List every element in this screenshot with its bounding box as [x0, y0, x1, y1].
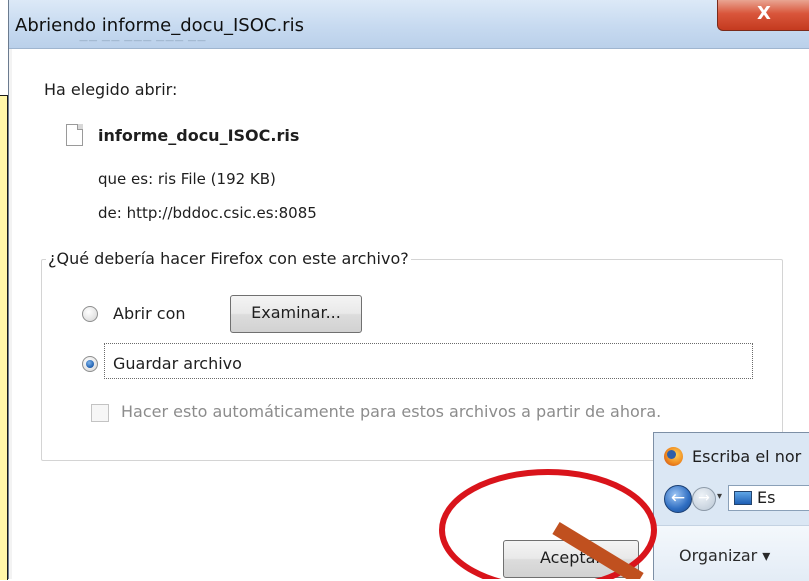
dialog-title: Abriendo informe_docu_ISOC.ris: [15, 15, 304, 36]
background-menu-ghost: —— —— ——— ——— ——: [79, 36, 207, 46]
back-arrow-icon[interactable]: ←: [664, 485, 692, 513]
file-icon: [66, 124, 83, 146]
file-name: informe_docu_ISOC.ris: [98, 126, 300, 145]
file-type: que es: ris File (192 KB): [98, 170, 276, 188]
auto-action-label[interactable]: Hacer esto automáticamente para estos ar…: [121, 402, 661, 421]
title-bar[interactable]: Abriendo informe_docu_ISOC.ris —— —— ———…: [9, 0, 809, 49]
yellow-callout-strip: [0, 95, 8, 580]
chosen-to-open-label: Ha elegido abrir:: [44, 80, 178, 99]
chevron-down-icon[interactable]: ▾: [717, 491, 722, 502]
action-question: ¿Qué debería hacer Firefox con este arch…: [46, 249, 411, 268]
firefox-icon: [664, 447, 683, 466]
save-file-radio[interactable]: [82, 356, 98, 372]
open-with-label[interactable]: Abrir con: [113, 304, 186, 323]
address-bar[interactable]: Es: [728, 485, 809, 511]
open-with-radio[interactable]: [82, 306, 98, 322]
close-button[interactable]: X: [717, 0, 809, 31]
address-text: Es: [757, 488, 776, 507]
save-window-title: Escriba el nor: [692, 447, 802, 466]
auto-action-checkbox[interactable]: [91, 404, 109, 422]
save-file-label[interactable]: Guardar archivo: [113, 354, 242, 373]
forward-arrow-icon[interactable]: →: [692, 487, 716, 511]
browse-button[interactable]: Examinar...: [230, 295, 362, 333]
file-source: de: http://bddoc.csic.es:8085: [98, 204, 317, 222]
desktop-icon: [734, 491, 752, 505]
explorer-toolbar: Organizar ▾: [654, 525, 809, 581]
accept-button[interactable]: Aceptar: [503, 540, 639, 578]
save-as-window: Escriba el nor ← → ▾ Es Organizar ▾: [653, 432, 809, 581]
organize-menu-button[interactable]: Organizar ▾: [679, 546, 770, 565]
